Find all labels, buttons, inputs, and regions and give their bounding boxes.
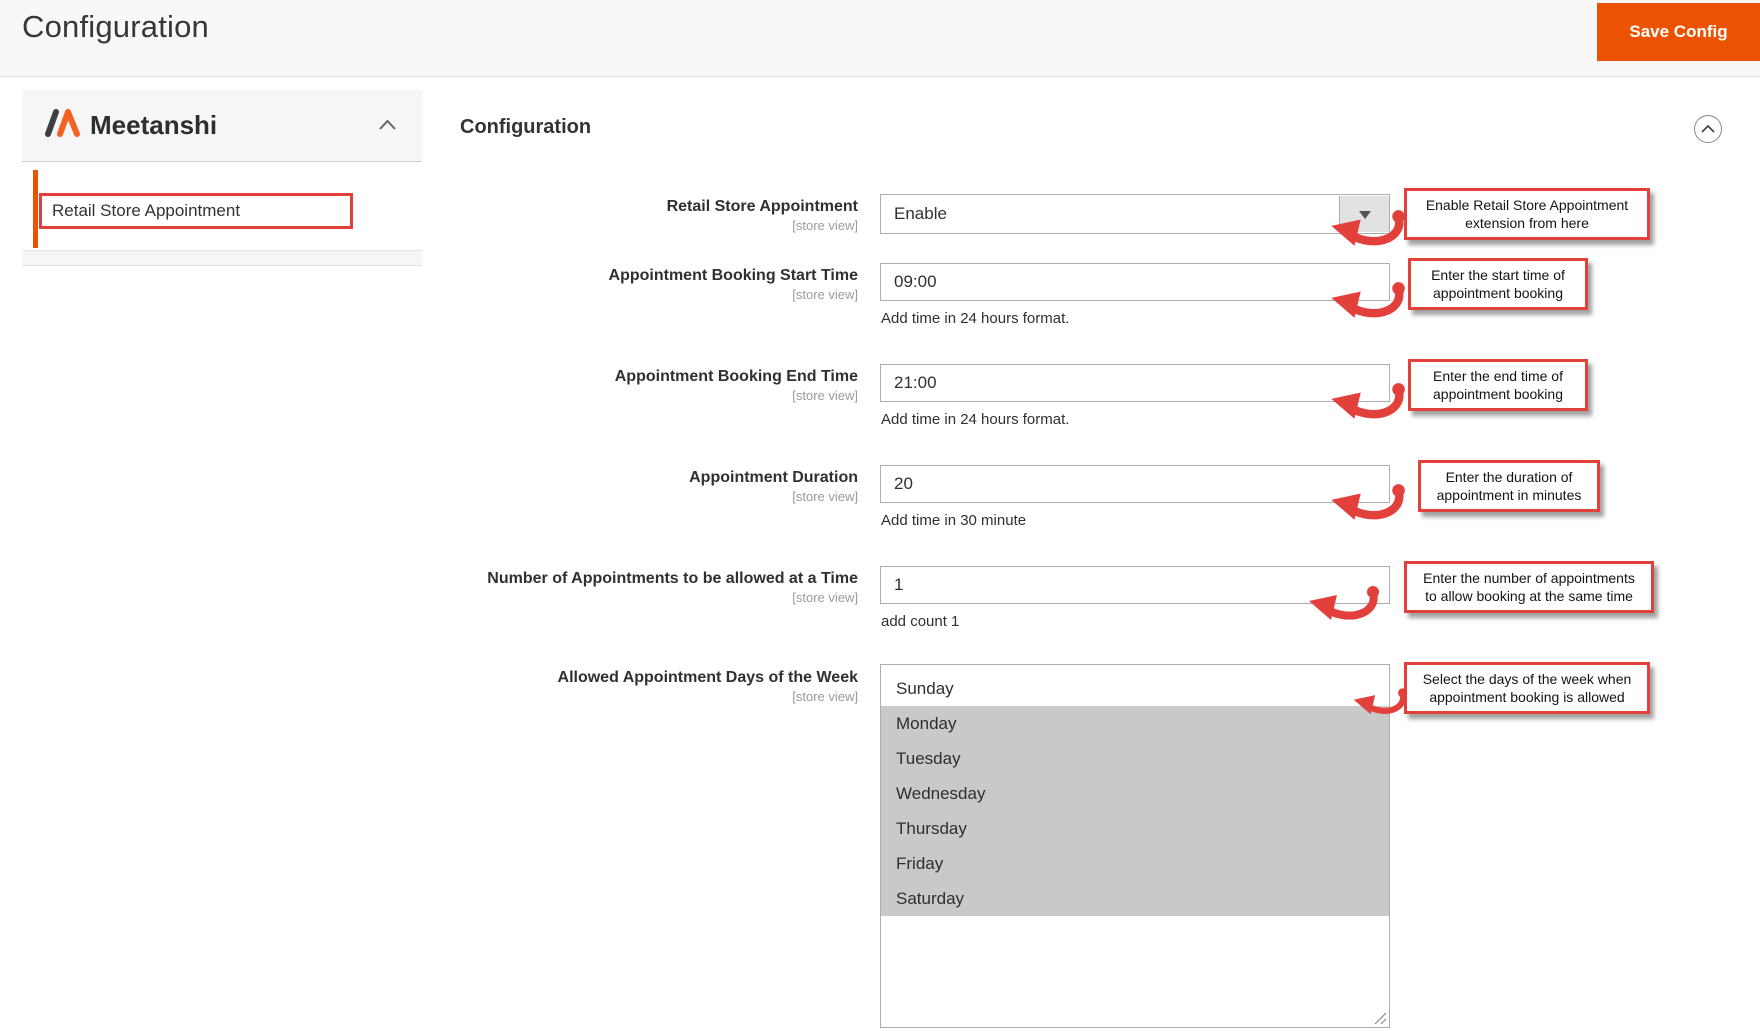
scope-label: [store view] — [430, 286, 858, 303]
appointment-duration-field — [880, 465, 1390, 503]
select-value: Enable — [881, 204, 1339, 224]
config-sidebar: Meetanshi Retail Store Appointment — [22, 90, 422, 266]
allowed-days-multiselect[interactable]: Sunday Monday Tuesday Wednesday Thursday… — [880, 664, 1390, 1028]
page-title: Configuration — [22, 9, 209, 45]
option-friday[interactable]: Friday — [881, 846, 1389, 881]
section-title: Configuration — [460, 116, 591, 139]
field-label-booking-start-time: Appointment Booking Start Time [store vi… — [430, 265, 858, 303]
field-note: Add time in 24 hours format. — [881, 411, 1069, 428]
option-saturday[interactable]: Saturday — [881, 881, 1389, 916]
booking-end-time-field — [880, 364, 1390, 402]
option-sunday[interactable]: Sunday — [881, 671, 1389, 706]
sidebar-body: Retail Store Appointment — [22, 162, 422, 250]
annotation-arrow-icon — [1288, 584, 1396, 624]
option-thursday[interactable]: Thursday — [881, 811, 1389, 846]
scope-label: [store view] — [430, 488, 858, 505]
field-note: Add time in 24 hours format. — [881, 310, 1069, 327]
field-label-booking-end-time: Appointment Booking End Time [store view… — [430, 366, 858, 404]
scope-label: [store view] — [478, 589, 858, 606]
page-header: Configuration Save Config — [0, 0, 1760, 77]
scope-label: [store view] — [430, 217, 858, 234]
booking-start-time-input[interactable] — [880, 263, 1390, 301]
collapse-caret-icon[interactable] — [379, 117, 396, 135]
booking-end-time-input[interactable] — [880, 364, 1390, 402]
retail-store-appointment-select[interactable]: Enable — [880, 194, 1390, 234]
annotation-callout: Enter the end time of appointment bookin… — [1408, 359, 1588, 411]
active-item-indicator — [33, 170, 38, 248]
annotation-callout: Enter the duration of appointment in min… — [1418, 460, 1600, 512]
meetanshi-logo-icon — [44, 109, 82, 142]
annotation-callout: Enter the number of appointments to allo… — [1404, 561, 1654, 613]
option-monday[interactable]: Monday — [881, 706, 1389, 741]
annotation-arrow-icon — [1326, 208, 1406, 250]
scope-label: [store view] — [430, 387, 858, 404]
annotation-arrow-icon — [1326, 482, 1406, 524]
field-note: Add time in 30 minute — [881, 512, 1026, 529]
booking-start-time-field — [880, 263, 1390, 301]
sidebar-footer — [22, 250, 422, 266]
annotation-callout: Enter the start time of appointment book… — [1408, 258, 1588, 310]
option-wednesday[interactable]: Wednesday — [881, 776, 1389, 811]
field-note: add count 1 — [881, 613, 959, 630]
field-label-number-of-appointments: Number of Appointments to be allowed at … — [478, 568, 858, 606]
annotation-callout: Enable Retail Store Appointment extensio… — [1404, 188, 1650, 240]
retail-store-appointment-field: Enable — [880, 194, 1390, 234]
field-label-retail-store-appointment: Retail Store Appointment [store view] — [430, 196, 858, 234]
vendor-name: Meetanshi — [90, 110, 217, 141]
annotation-arrow-icon — [1350, 686, 1408, 718]
resize-grip-icon[interactable] — [1374, 1012, 1387, 1025]
field-label-appointment-duration: Appointment Duration [store view] — [430, 467, 858, 505]
field-label-allowed-days: Allowed Appointment Days of the Week [st… — [430, 667, 858, 705]
annotation-callout: Select the days of the week when appoint… — [1404, 662, 1650, 714]
annotation-arrow-icon — [1326, 280, 1406, 322]
option-tuesday[interactable]: Tuesday — [881, 741, 1389, 776]
sidebar-item-retail-store-appointment[interactable]: Retail Store Appointment — [39, 193, 353, 229]
scope-label: [store view] — [430, 688, 858, 705]
annotation-arrow-icon — [1326, 381, 1406, 423]
sidebar-vendor-tab[interactable]: Meetanshi — [22, 90, 422, 162]
sidebar-item-label: Retail Store Appointment — [52, 201, 240, 221]
appointment-duration-input[interactable] — [880, 465, 1390, 503]
save-config-button[interactable]: Save Config — [1597, 3, 1760, 61]
section-collapse-button[interactable] — [1694, 115, 1722, 143]
